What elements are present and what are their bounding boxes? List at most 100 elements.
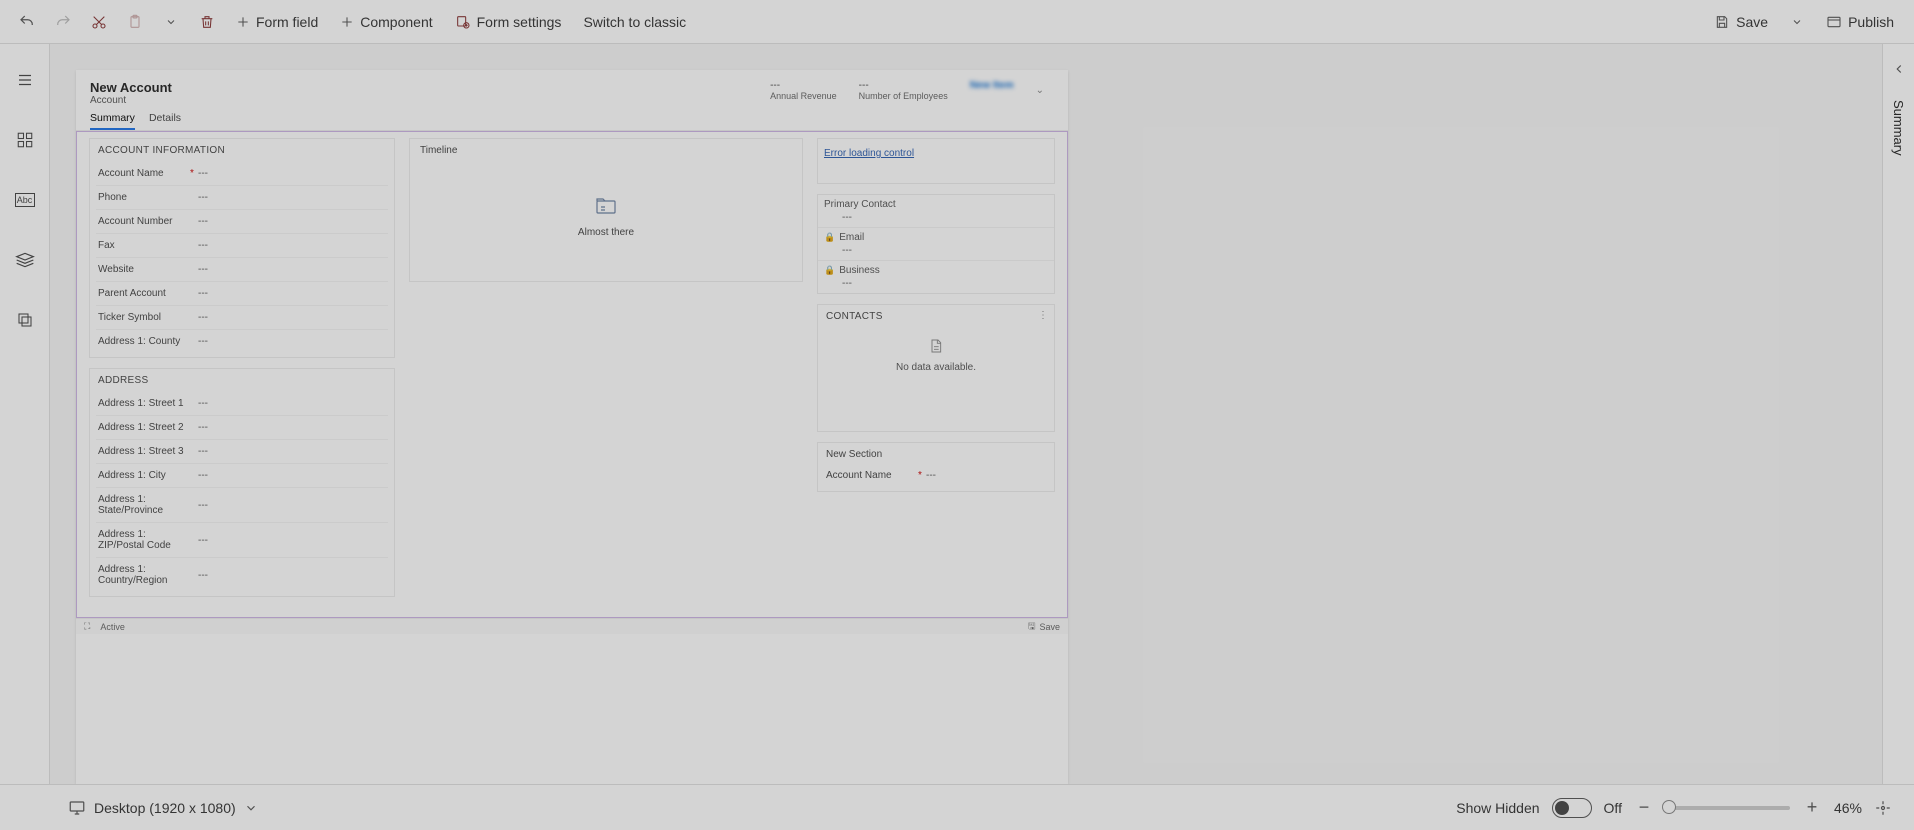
save-dropdown[interactable] <box>1780 5 1814 39</box>
undo-button[interactable] <box>10 5 44 39</box>
show-hidden-toggle[interactable] <box>1552 798 1592 818</box>
zoom-slider[interactable] <box>1666 806 1790 810</box>
section-address[interactable]: ADDRESS Address 1: Street 1---Address 1:… <box>89 368 395 597</box>
form-field[interactable]: Ticker Symbol --- <box>96 305 388 329</box>
form-body: ACCOUNT INFORMATION Account Name*---Phon… <box>76 131 1068 618</box>
paste-button[interactable] <box>118 5 152 39</box>
paste-dropdown[interactable] <box>154 5 188 39</box>
collapse-panel-button[interactable] <box>1892 62 1906 76</box>
form-preview[interactable]: New Account Account --- Annual Revenue -… <box>76 70 1068 784</box>
field-label: Ticker Symbol <box>98 312 190 323</box>
switch-classic-label: Switch to classic <box>583 14 686 30</box>
form-settings-label: Form settings <box>477 14 562 30</box>
form-field[interactable]: Account Name*--- <box>96 162 388 185</box>
business-label: Business <box>839 265 880 276</box>
section-timeline[interactable]: Timeline Almost there <box>409 138 803 282</box>
field-label: Phone <box>98 192 190 203</box>
form-field[interactable]: Address 1: Street 1 --- <box>96 392 388 415</box>
field-label: Address 1: Street 1 <box>98 398 190 409</box>
section-account-information[interactable]: ACCOUNT INFORMATION Account Name*---Phon… <box>89 138 395 358</box>
section-contacts[interactable]: CONTACTS ⋮ No data available. <box>817 304 1055 432</box>
document-icon <box>928 336 944 356</box>
form-field[interactable]: Account Number--- <box>96 209 388 233</box>
right-panel-tab[interactable]: Summary <box>1891 100 1906 156</box>
form-field[interactable]: Address 1: City--- <box>96 463 388 487</box>
form-field[interactable]: Address 1: Country/Region--- <box>96 557 388 592</box>
field-value: --- <box>198 264 208 275</box>
components-nav[interactable] <box>7 122 43 158</box>
section-error[interactable]: Error loading control <box>817 138 1055 184</box>
delete-button[interactable] <box>190 5 224 39</box>
cut-button[interactable] <box>82 5 116 39</box>
zoom-in-button[interactable]: + <box>1802 797 1822 818</box>
field-label: Address 1: ZIP/Postal Code <box>98 529 190 551</box>
hamburger-button[interactable] <box>7 62 43 98</box>
field-value: --- <box>198 312 208 323</box>
form-field[interactable]: Phone--- <box>96 185 388 209</box>
primary-contact-value: --- <box>824 210 1048 223</box>
new-section-title: New Section <box>824 447 1048 464</box>
contacts-title: CONTACTS <box>824 309 883 322</box>
field-value: --- <box>198 336 208 347</box>
save-button[interactable]: Save <box>1704 8 1778 36</box>
switch-to-classic-button[interactable]: Switch to classic <box>573 8 696 36</box>
zoom-value: 46% <box>1834 800 1862 816</box>
more-icon[interactable]: ⋮ <box>1038 310 1048 321</box>
tab-summary[interactable]: Summary <box>90 112 135 130</box>
footer-status: Active <box>100 622 125 632</box>
header-chevron-icon[interactable]: ⌄ <box>1036 85 1044 96</box>
save-mini-icon[interactable]: 🖫 <box>1028 619 1036 635</box>
email-label: Email <box>839 232 864 243</box>
business-value: --- <box>824 276 1048 289</box>
component-label: Component <box>360 14 432 30</box>
toolbar: Form field Component Form settings Switc… <box>0 0 1914 44</box>
device-selector[interactable]: Desktop (1920 x 1080) <box>68 799 258 817</box>
form-field[interactable]: Parent Account --- <box>96 281 388 305</box>
zoom-out-button[interactable]: − <box>1634 797 1654 818</box>
error-loading-link[interactable]: Error loading control <box>824 148 914 159</box>
field-label: Address 1: City <box>98 470 190 481</box>
publish-label: Publish <box>1848 14 1894 30</box>
add-component-button[interactable]: Component <box>330 8 442 36</box>
form-field[interactable]: Website--- <box>96 257 388 281</box>
left-nav: Abc <box>0 44 50 784</box>
field-label: Parent Account <box>98 288 190 299</box>
section-primary-contact[interactable]: Primary Contact --- 🔒Email --- 🔒Business… <box>817 194 1055 294</box>
section-new[interactable]: New Section Account Name * --- <box>817 442 1055 492</box>
form-field[interactable]: Address 1: State/Province--- <box>96 487 388 522</box>
form-field[interactable]: Address 1: ZIP/Postal Code--- <box>96 522 388 557</box>
publish-button[interactable]: Publish <box>1816 8 1904 36</box>
form-field[interactable]: Address 1: Street 3--- <box>96 439 388 463</box>
timeline-message: Almost there <box>578 227 634 238</box>
timeline-title: Timeline <box>420 145 457 156</box>
expand-icon[interactable]: ⛶ <box>84 621 90 632</box>
add-form-field-button[interactable]: Form field <box>226 8 328 36</box>
folder-icon <box>593 193 619 217</box>
fields-nav[interactable]: Abc <box>7 182 43 218</box>
field-label: Fax <box>98 240 190 251</box>
field-value: --- <box>198 398 208 409</box>
tree-nav[interactable] <box>7 242 43 278</box>
form-libraries-nav[interactable] <box>7 302 43 338</box>
show-hidden-label: Show Hidden <box>1456 800 1539 816</box>
field-value: --- <box>198 288 208 299</box>
field-label: Address 1: Street 3 <box>98 446 190 457</box>
field-value: --- <box>198 240 208 251</box>
form-field[interactable]: Fax --- <box>96 233 388 257</box>
section-title: ACCOUNT INFORMATION <box>96 143 388 162</box>
form-tabs: Summary Details <box>76 106 1068 131</box>
fit-to-screen-button[interactable] <box>1874 799 1892 817</box>
primary-contact-title: Primary Contact <box>824 199 1048 210</box>
field-value: --- <box>198 168 208 179</box>
field-label: Address 1: State/Province <box>98 494 190 516</box>
field-value: --- <box>926 470 936 481</box>
redo-button[interactable] <box>46 5 80 39</box>
field-label: Account Name <box>826 470 918 481</box>
form-field[interactable]: Address 1: County--- <box>96 329 388 353</box>
form-title: New Account <box>90 80 172 95</box>
tab-details[interactable]: Details <box>149 112 181 130</box>
form-field[interactable]: Address 1: Street 2--- <box>96 415 388 439</box>
form-settings-button[interactable]: Form settings <box>445 8 572 36</box>
section-title: ADDRESS <box>96 373 388 392</box>
show-hidden-state: Off <box>1604 800 1622 816</box>
